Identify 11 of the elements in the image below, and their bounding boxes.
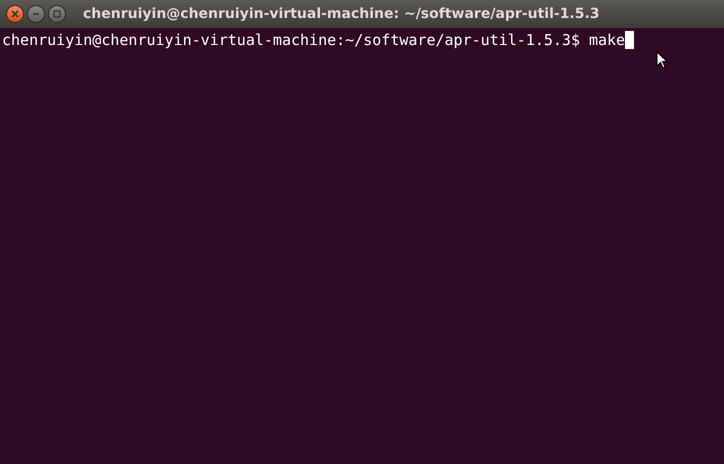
window-title: chenruiyin@chenruiyin-virtual-machine: ~/software/apr-util-1.5.3	[83, 4, 600, 24]
pointer-icon	[656, 51, 668, 69]
typed-command: make	[588, 31, 626, 49]
maximize-button[interactable]	[48, 5, 66, 23]
text-cursor	[625, 31, 634, 49]
minimize-icon	[32, 10, 40, 18]
shell-prompt: chenruiyin@chenruiyin-virtual-machine:~/software/apr-util-1.5.3$	[2, 31, 580, 49]
maximize-icon	[53, 10, 61, 18]
close-button[interactable]	[6, 5, 24, 23]
close-icon	[11, 10, 19, 18]
minimize-button[interactable]	[27, 5, 45, 23]
